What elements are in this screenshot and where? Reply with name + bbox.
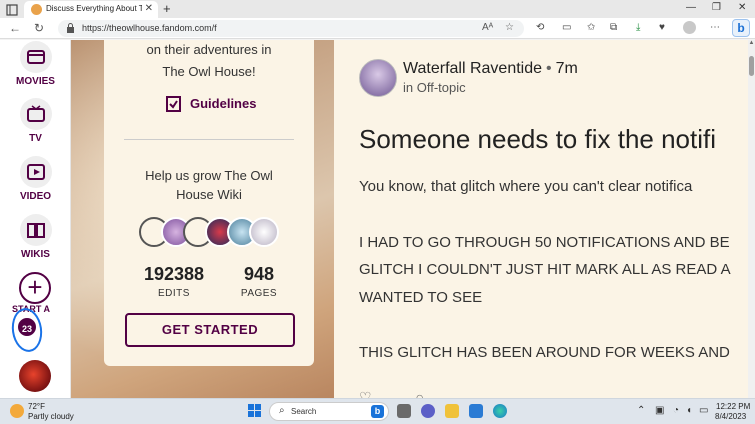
heart-icon[interactable]: ♡: [359, 389, 372, 398]
guidelines-label: Guidelines: [190, 96, 257, 111]
post-category[interactable]: in Off-topic: [403, 80, 466, 95]
new-tab-button[interactable]: +: [163, 1, 171, 16]
browser-tab-bar: Discuss Everything About The Ow ✕ + — ❐ …: [0, 0, 755, 18]
clock-date[interactable]: 8/4/2023: [715, 412, 746, 421]
file-explorer-icon[interactable]: [445, 404, 459, 418]
favorite-star-icon[interactable]: ☆: [505, 22, 514, 33]
clipboard-check-icon: [166, 96, 181, 112]
tab-title: Discuss Everything About The Ow: [46, 4, 142, 13]
split-screen-icon[interactable]: ▭: [562, 22, 571, 33]
post-time: 7m: [555, 60, 578, 77]
discussion-post: Waterfall Raventide • 7m in Off-topic Some…: [334, 40, 748, 398]
volume-icon[interactable]: ◖: [686, 405, 692, 416]
refresh-button[interactable]: ↻: [34, 21, 44, 35]
search-icon: ⌕: [279, 405, 285, 416]
browser-tab-active[interactable]: Discuss Everything About The Ow ✕: [24, 1, 158, 18]
post-body-line: GLITCH I COULDN'T JUST HIT MARK ALL AS R…: [359, 261, 731, 278]
help-text-line: House Wiki: [176, 187, 242, 202]
rail-item-label: VIDEO: [19, 191, 52, 202]
get-started-button[interactable]: GET STARTED: [125, 313, 295, 347]
rail-item-wikis[interactable]: WIKIS: [0, 214, 71, 260]
community-sidebar-card: on their adventures in The Owl House! Gu…: [104, 40, 314, 366]
favorites-icon[interactable]: ✩: [587, 22, 595, 33]
rail-item-label: TV: [29, 133, 42, 144]
rail-item-video[interactable]: VIDEO: [0, 156, 71, 202]
browser-essentials-icon[interactable]: ♥: [659, 22, 665, 33]
author-avatar[interactable]: [359, 59, 397, 97]
rail-item-label: MOVIES: [16, 76, 55, 87]
pages-label: PAGES: [240, 288, 278, 299]
teams-chat-icon[interactable]: [421, 404, 435, 418]
scroll-thumb[interactable]: [749, 56, 754, 76]
battery-icon[interactable]: ▭: [699, 405, 708, 416]
fandom-favicon-icon: [31, 4, 42, 15]
wifi-icon[interactable]: ◔: [673, 405, 679, 416]
pages-count: 948: [243, 264, 275, 284]
film-icon: [19, 41, 52, 73]
fandom-global-nav: MOVIES TV VIDEO WIKIS + START A 23: [0, 40, 71, 398]
url-text: https://theowlhouse.fandom.com/f: [82, 23, 217, 33]
author-name[interactable]: Waterfall Raventide: [403, 60, 542, 77]
address-bar[interactable]: https://theowlhouse.fandom.com/f Aᴬ ☆: [58, 20, 524, 37]
settings-more-icon[interactable]: ⋯: [710, 22, 720, 33]
extensions-icon[interactable]: ⟲: [536, 22, 544, 33]
read-aloud-icon[interactable]: Aᴬ: [482, 22, 493, 33]
scroll-up-icon[interactable]: ▲: [748, 40, 755, 48]
tray-overflow-icon[interactable]: ⌃: [637, 405, 645, 416]
tray-app-icon[interactable]: ▣: [655, 405, 664, 416]
intro-text-line: The Owl House!: [162, 64, 256, 79]
help-text-line: Help us grow The Owl: [145, 168, 273, 183]
weather-temperature[interactable]: 72°F: [28, 402, 45, 411]
restore-button[interactable]: ❐: [712, 2, 721, 13]
rail-item-label: WIKIS: [21, 249, 50, 260]
post-author-line: Waterfall Raventide • 7m: [403, 60, 578, 77]
back-button[interactable]: ←: [9, 21, 21, 35]
taskbar-search-box[interactable]: ⌕ Search b: [269, 402, 389, 421]
task-view-icon[interactable]: [397, 404, 411, 418]
contributor-avatars: [139, 217, 279, 249]
book-icon: [19, 214, 52, 246]
mail-icon[interactable]: [469, 404, 483, 418]
tv-icon: [19, 98, 52, 130]
comment-icon[interactable]: ○: [415, 389, 423, 398]
weather-description[interactable]: Partly cloudy: [28, 412, 74, 421]
address-toolbar: ← ↻ https://theowlhouse.fandom.com/f Aᴬ …: [0, 18, 755, 39]
weather-sun-icon[interactable]: [10, 404, 24, 418]
windows-taskbar: 72°F Partly cloudy ⌕ Search b ⌃ ▣ ◔ ◖ ▭ …: [0, 398, 755, 424]
bing-copilot-button[interactable]: b: [732, 19, 750, 37]
close-window-button[interactable]: ✕: [738, 2, 746, 13]
lock-icon: [67, 23, 74, 33]
search-placeholder: Search: [291, 407, 317, 416]
profile-icon[interactable]: [683, 21, 696, 34]
windows-start-icon[interactable]: [248, 404, 262, 418]
rail-item-tv[interactable]: TV: [0, 98, 71, 144]
contributor-avatar[interactable]: [249, 217, 279, 247]
tab-close-icon[interactable]: ✕: [145, 3, 153, 14]
intro-text-line: on their adventures in: [146, 42, 272, 57]
edge-browser-icon[interactable]: [493, 404, 507, 418]
post-body-line: THIS GLITCH HAS BEEN AROUND FOR WEEKS AN…: [359, 344, 730, 361]
post-body-line: You know, that glitch where you can't cl…: [359, 178, 693, 195]
edits-label: EDITS: [158, 288, 190, 299]
post-body-line: I HAD TO GO THROUGH 50 NOTIFICATIONS AND…: [359, 234, 730, 251]
tab-actions-icon[interactable]: [6, 3, 18, 16]
downloads-icon[interactable]: ⤓: [636, 22, 640, 33]
bing-icon: b: [371, 405, 384, 418]
post-title[interactable]: Someone needs to fix the notifi: [359, 124, 716, 155]
post-reactions: ♡ ○: [359, 389, 424, 398]
divider: [124, 139, 294, 140]
rail-item-movies[interactable]: MOVIES: [0, 41, 71, 87]
edits-count: 192388: [143, 264, 205, 284]
video-icon: [19, 156, 52, 188]
start-a-wiki-button[interactable]: +: [19, 272, 51, 304]
post-body-line: WANTED TO SEE: [359, 289, 483, 306]
collections-icon[interactable]: ⧉: [610, 22, 617, 33]
minimize-button[interactable]: —: [686, 2, 696, 13]
user-avatar[interactable]: [19, 360, 51, 392]
clock-time[interactable]: 12:22 PM: [716, 402, 750, 411]
page-scrollbar[interactable]: ▲: [748, 40, 755, 398]
